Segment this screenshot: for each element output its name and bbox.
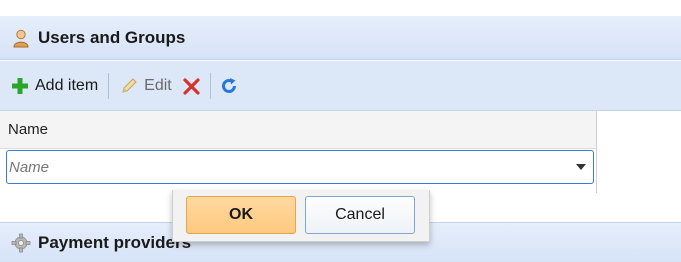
toolbar: Add item Edit (0, 61, 681, 111)
refresh-icon (219, 76, 239, 96)
ok-button[interactable]: OK (186, 196, 296, 234)
delete-icon (182, 76, 202, 96)
users-groups-panel-header[interactable]: Users and Groups (0, 16, 681, 60)
toolbar-separator (108, 72, 110, 99)
refresh-button[interactable] (215, 72, 243, 100)
ok-label: OK (229, 206, 253, 223)
edit-button[interactable]: Edit (113, 72, 178, 100)
chevron-down-icon[interactable] (569, 152, 593, 182)
name-column-label: Name (8, 121, 49, 138)
name-filter-input[interactable] (7, 151, 569, 183)
user-icon (10, 27, 32, 49)
name-filter-combobox[interactable] (6, 150, 594, 184)
toolbar-separator (209, 72, 211, 99)
payment-providers-title: Payment providers (38, 232, 192, 252)
delete-button[interactable] (178, 72, 206, 100)
cancel-button[interactable]: Cancel (305, 196, 415, 234)
gear-icon (10, 232, 32, 254)
add-item-button[interactable]: Add item (4, 72, 104, 100)
name-column-header[interactable]: Name (0, 111, 596, 149)
add-item-label: Add item (35, 76, 99, 94)
cancel-label: Cancel (335, 206, 385, 223)
edit-label: Edit (144, 76, 172, 94)
plus-icon (10, 76, 30, 96)
users-groups-title: Users and Groups (38, 27, 186, 47)
pencil-icon (119, 76, 139, 96)
